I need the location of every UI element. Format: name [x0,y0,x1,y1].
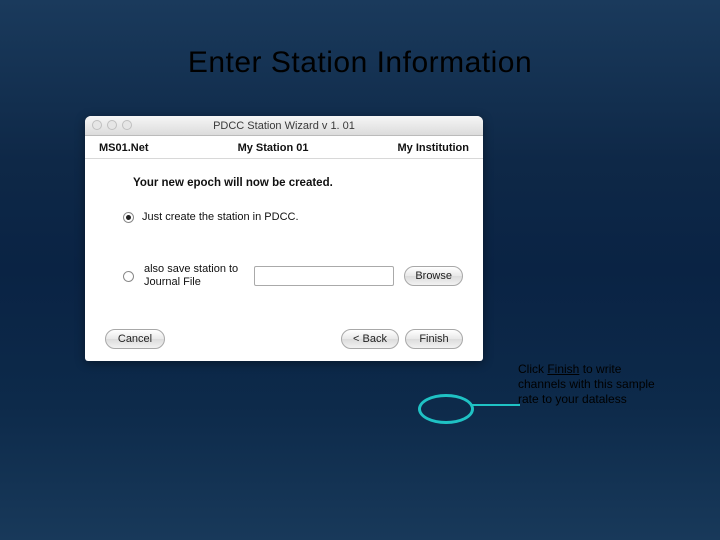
header-institution: My Institution [398,142,470,154]
highlight-circle [418,394,474,424]
wizard-window: PDCC Station Wizard v 1. 01 MS01.Net My … [85,116,483,361]
option-create-only[interactable]: Just create the station in PDCC. [123,211,463,223]
footer-row: Cancel < Back Finish [105,329,463,349]
journal-path-field[interactable] [254,266,394,286]
epoch-message: Your new epoch will now be created. [133,177,463,189]
finish-button[interactable]: Finish [405,329,463,349]
option-save-journal[interactable]: also save station to Journal File Browse [123,263,463,289]
option-save-journal-label: also save station to Journal File [144,263,244,289]
window-body: Your new epoch will now be created. Just… [85,159,483,361]
close-icon[interactable] [92,120,102,130]
zoom-icon[interactable] [122,120,132,130]
minimize-icon[interactable] [107,120,117,130]
cancel-button[interactable]: Cancel [105,329,165,349]
traffic-lights [92,120,132,130]
header-station: My Station 01 [238,142,309,154]
browse-button[interactable]: Browse [404,266,463,286]
back-button[interactable]: < Back [341,329,399,349]
window-titlebar: PDCC Station Wizard v 1. 01 [85,116,483,136]
header-row: MS01.Net My Station 01 My Institution [85,136,483,159]
window-title: PDCC Station Wizard v 1. 01 [213,120,355,132]
anno-pre: Click [518,362,547,376]
radio-icon[interactable] [123,271,134,282]
annotation-text: Click Finish to write channels with this… [518,362,658,407]
option-create-only-label: Just create the station in PDCC. [142,211,299,223]
slide-title: Enter Station Information [0,0,720,80]
radio-icon[interactable] [123,212,134,223]
anno-emph: Finish [547,362,579,376]
callout-line [472,404,520,406]
header-network: MS01.Net [99,142,149,154]
